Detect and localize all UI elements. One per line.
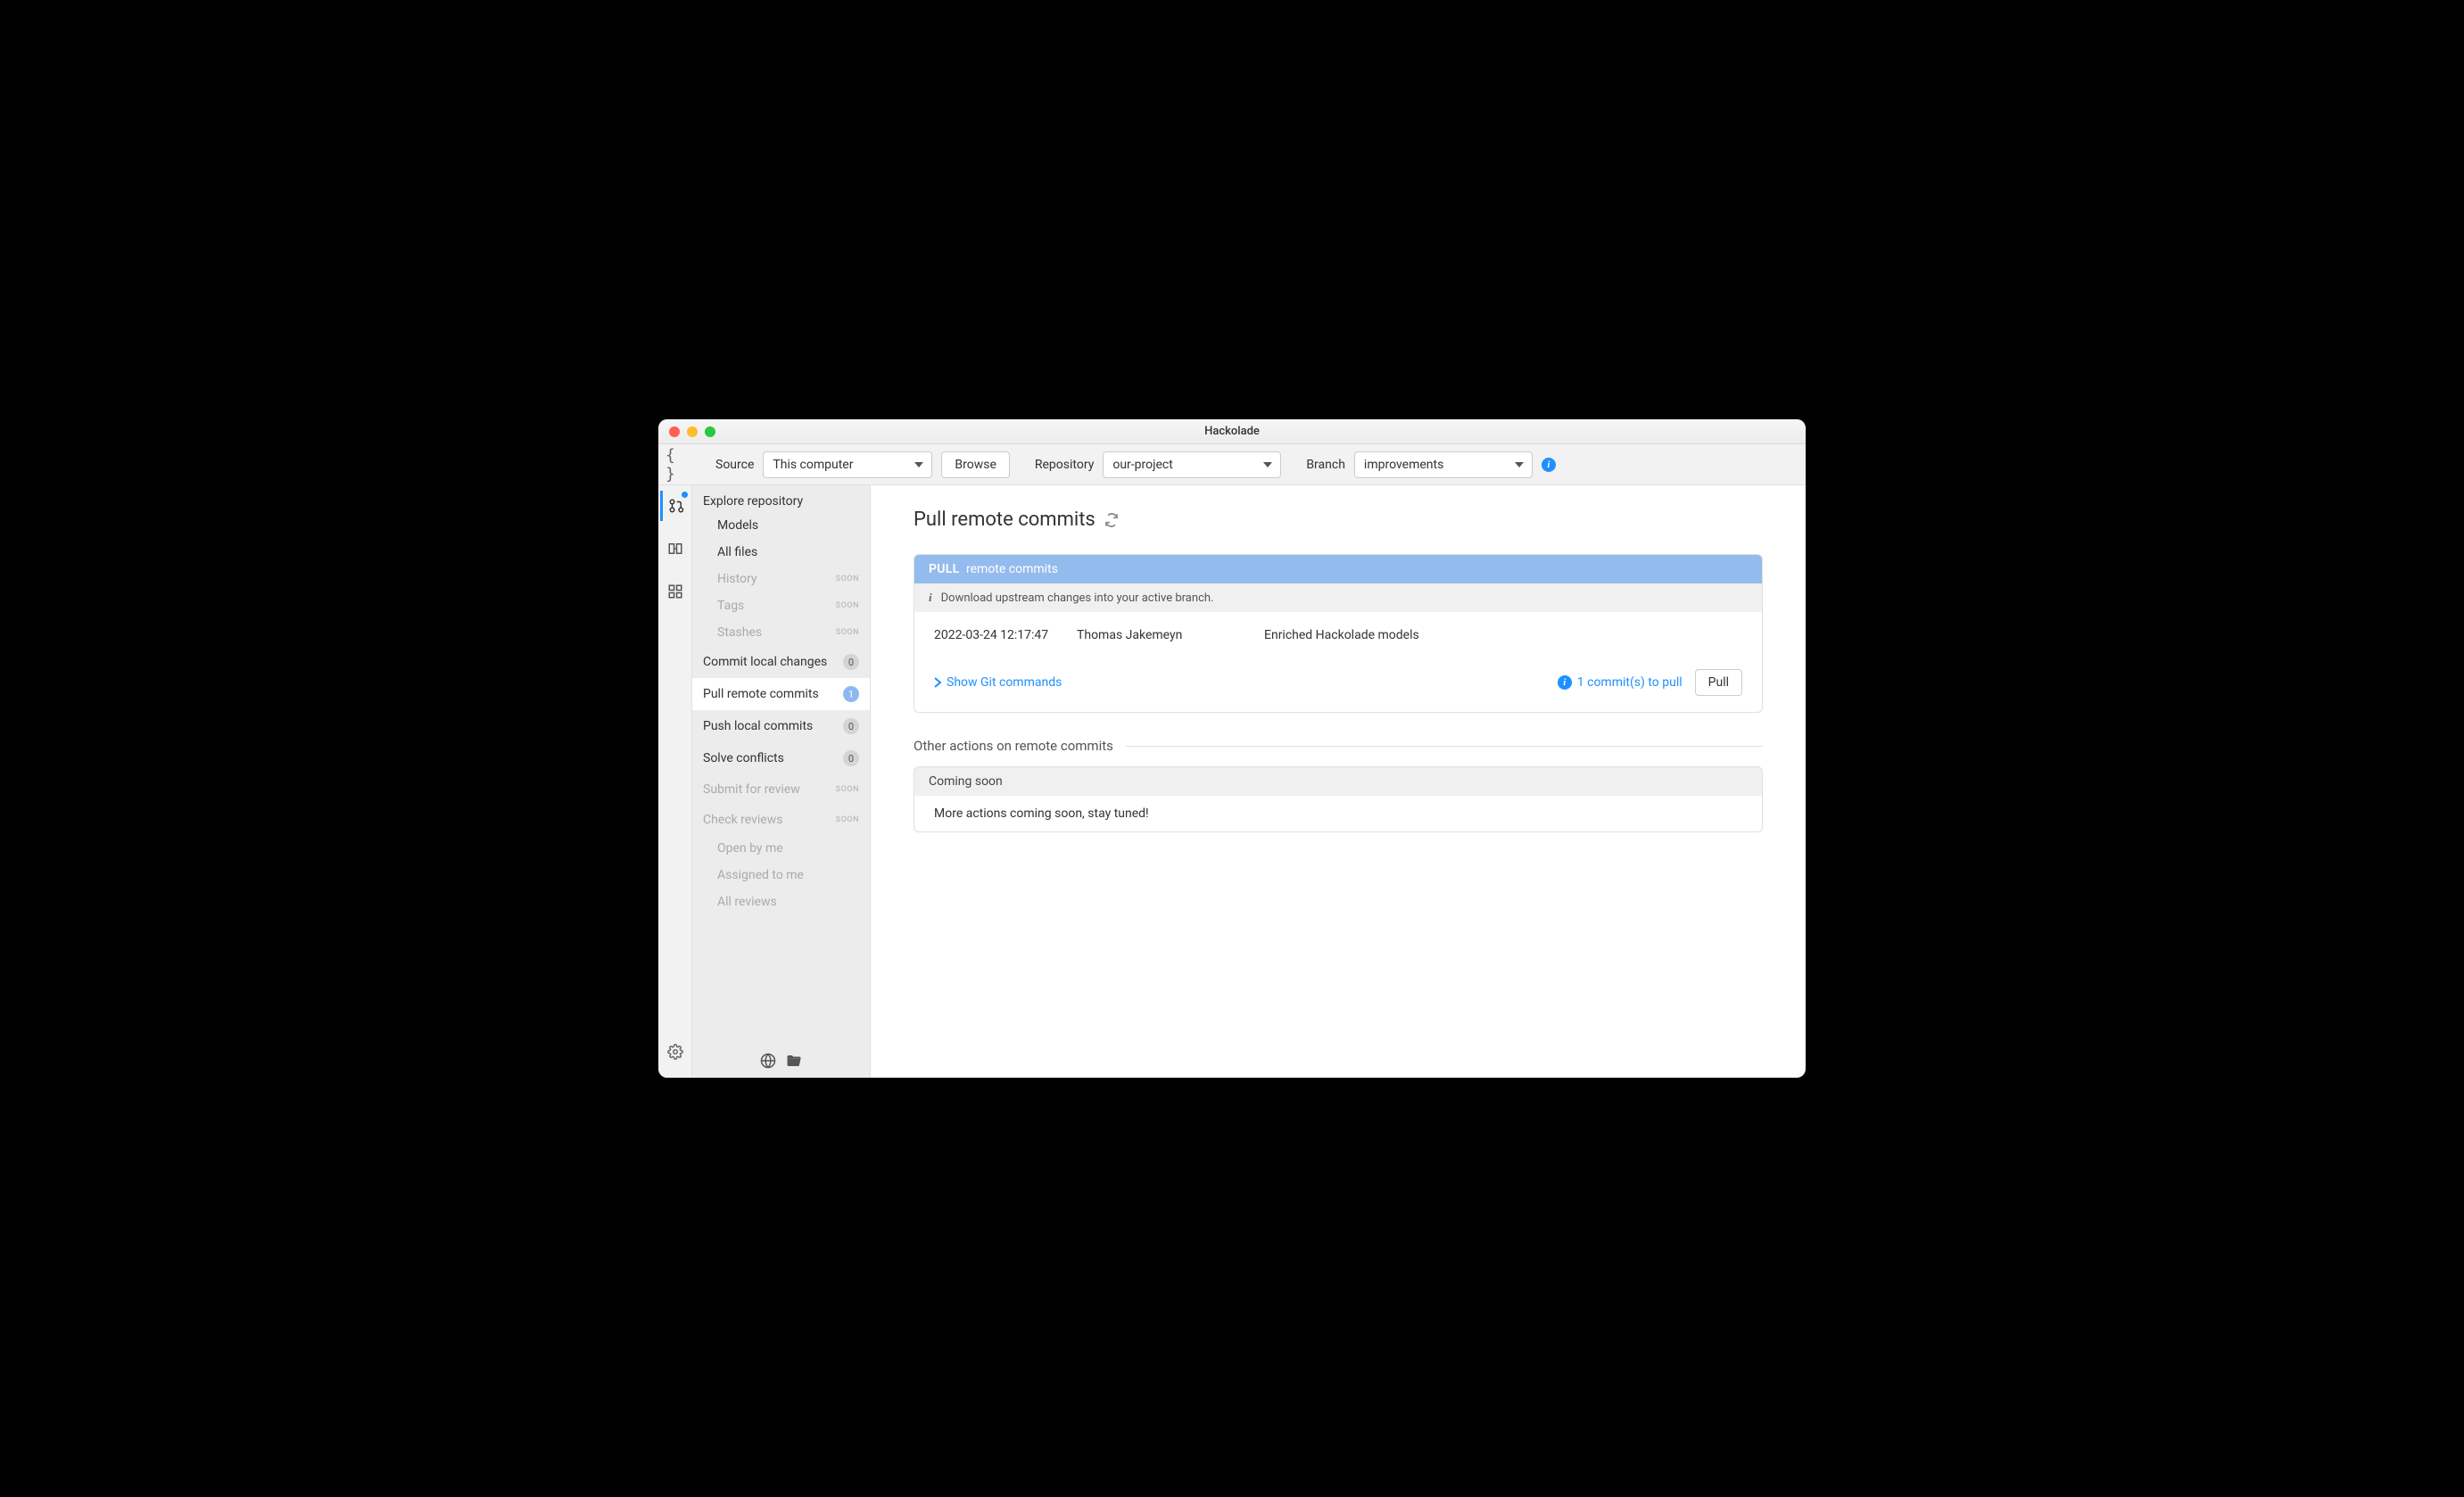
sidebar-explore-header: Explore repository bbox=[692, 485, 870, 512]
pull-card-header: PULL remote commits bbox=[914, 555, 1762, 583]
sidebar-item-history: HistorySOON bbox=[692, 566, 870, 592]
sidebar-item-check-reviews: Check reviews SOON bbox=[692, 805, 870, 835]
folder-open-icon[interactable] bbox=[785, 1053, 803, 1069]
chevron-right-icon bbox=[934, 677, 941, 688]
sidebar-item-push-local[interactable]: Push local commits 0 bbox=[692, 710, 870, 742]
branch-select[interactable]: improvements bbox=[1354, 451, 1533, 478]
soon-badge: SOON bbox=[836, 785, 859, 794]
main-content: Pull remote commits PULL remote commits … bbox=[871, 485, 1806, 1078]
count-badge: 1 bbox=[843, 686, 859, 702]
show-git-commands-link[interactable]: Show Git commands bbox=[934, 675, 1062, 690]
vertical-rail bbox=[658, 485, 692, 1078]
pull-button[interactable]: Pull bbox=[1695, 669, 1742, 696]
other-actions-section-title: Other actions on remote commits bbox=[914, 738, 1763, 754]
soon-badge: SOON bbox=[836, 601, 859, 610]
sidebar-item-models[interactable]: Models bbox=[692, 512, 870, 539]
sidebar-item-pull-remote[interactable]: Pull remote commits 1 bbox=[692, 678, 870, 710]
divider-line bbox=[1126, 746, 1763, 747]
pull-card-body: 2022-03-24 12:17:47 Thomas Jakemeyn Enri… bbox=[914, 612, 1762, 664]
commit-date: 2022-03-24 12:17:47 bbox=[934, 628, 1059, 642]
commit-author: Thomas Jakemeyn bbox=[1077, 628, 1246, 642]
refresh-icon[interactable] bbox=[1104, 513, 1119, 527]
window-title: Hackolade bbox=[658, 425, 1806, 438]
commit-row: 2022-03-24 12:17:47 Thomas Jakemeyn Enri… bbox=[934, 628, 1742, 642]
commit-message: Enriched Hackolade models bbox=[1264, 628, 1419, 642]
count-badge: 0 bbox=[843, 654, 859, 670]
sidebar-footer bbox=[692, 1044, 870, 1078]
coming-soon-body: More actions coming soon, stay tuned! bbox=[914, 796, 1762, 831]
brand-braces-icon: { } bbox=[666, 452, 690, 477]
branch-label: Branch bbox=[1306, 458, 1345, 472]
sidebar-item-submit-review: Submit for review SOON bbox=[692, 774, 870, 805]
rail-grid-icon[interactable] bbox=[660, 576, 690, 607]
sidebar-item-stashes: StashesSOON bbox=[692, 619, 870, 646]
sidebar-item-open-by-me: Open by me bbox=[692, 835, 870, 862]
soon-badge: SOON bbox=[836, 575, 859, 583]
page-title: Pull remote commits bbox=[914, 509, 1763, 531]
repository-label: Repository bbox=[1035, 458, 1094, 472]
coming-soon-header: Coming soon bbox=[914, 767, 1762, 796]
pull-card-info: i Download upstream changes into your ac… bbox=[914, 583, 1762, 612]
soon-badge: SOON bbox=[836, 815, 859, 824]
sidebar-item-commit-local[interactable]: Commit local changes 0 bbox=[692, 646, 870, 678]
sidebar-item-all-reviews: All reviews bbox=[692, 889, 870, 915]
info-i-icon: i bbox=[929, 591, 932, 605]
browse-button[interactable]: Browse bbox=[941, 451, 1009, 478]
app-window: Hackolade { } Source This computer Brows… bbox=[658, 419, 1806, 1078]
count-badge: 0 bbox=[843, 718, 859, 734]
soon-badge: SOON bbox=[836, 628, 859, 637]
sidebar-item-allfiles[interactable]: All files bbox=[692, 539, 870, 566]
pull-card-actions: Show Git commands i 1 commit(s) to pull … bbox=[914, 664, 1762, 712]
sidebar: Explore repository Models All files Hist… bbox=[692, 485, 871, 1078]
repository-select[interactable]: our-project bbox=[1103, 451, 1281, 478]
app-body: Explore repository Models All files Hist… bbox=[658, 485, 1806, 1078]
commits-to-pull-info: i 1 commit(s) to pull bbox=[1558, 675, 1683, 690]
pull-card: PULL remote commits i Download upstream … bbox=[914, 554, 1763, 713]
source-select[interactable]: This computer bbox=[763, 451, 932, 478]
info-icon[interactable]: i bbox=[1542, 458, 1556, 472]
count-badge: 0 bbox=[843, 750, 859, 766]
info-icon: i bbox=[1558, 675, 1572, 690]
sidebar-item-assigned-to-me: Assigned to me bbox=[692, 862, 870, 889]
sidebar-item-solve-conflicts[interactable]: Solve conflicts 0 bbox=[692, 742, 870, 774]
toolbar: { } Source This computer Browse Reposito… bbox=[658, 444, 1806, 485]
globe-icon[interactable] bbox=[760, 1053, 776, 1069]
source-label: Source bbox=[715, 458, 754, 472]
rail-repo-icon[interactable] bbox=[660, 491, 690, 521]
rail-compare-icon[interactable] bbox=[660, 533, 690, 564]
sidebar-item-tags: TagsSOON bbox=[692, 592, 870, 619]
coming-soon-card: Coming soon More actions coming soon, st… bbox=[914, 766, 1763, 832]
settings-gear-icon[interactable] bbox=[660, 1037, 690, 1067]
titlebar: Hackolade bbox=[658, 419, 1806, 444]
